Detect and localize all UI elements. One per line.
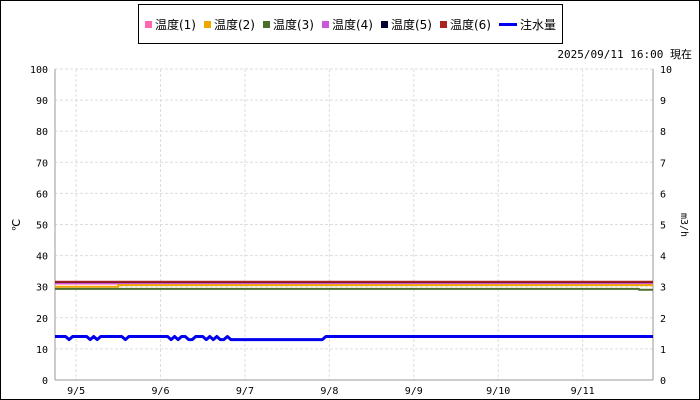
y-tick-label: 100 xyxy=(30,65,48,76)
series-line-3 xyxy=(55,287,653,291)
legend-square-marker xyxy=(321,20,329,28)
legend-item-1: 温度(1) xyxy=(144,16,196,33)
axes xyxy=(54,69,654,381)
left-axis-label: ℃ xyxy=(10,219,23,231)
series-line-2 xyxy=(55,284,653,288)
legend-label: 温度(2) xyxy=(213,17,255,32)
legend-label: 温度(4) xyxy=(331,17,373,32)
x-tick-label: 9/9 xyxy=(405,386,423,397)
right-axis-label: m3/h xyxy=(678,213,689,237)
legend-square-marker xyxy=(380,20,388,28)
legend-item-5: 温度(5) xyxy=(380,16,432,33)
y-tick-label: 60 xyxy=(36,189,48,200)
legend-square-marker xyxy=(439,20,447,28)
y2-tick-label: 5 xyxy=(660,221,666,232)
legend-item-7: 注水量 xyxy=(498,16,556,33)
y2-tick-label: 6 xyxy=(660,189,666,200)
y-tick-label: 50 xyxy=(36,221,48,232)
series-line-7 xyxy=(55,335,653,342)
x-tick-label: 9/5 xyxy=(67,386,85,397)
y2-tick-label: 1 xyxy=(660,345,666,356)
chart-legend: 温度(1) 温度(2) 温度(3) 温度(4) 温度(5) 温度(6) 注水量 xyxy=(138,4,563,44)
legend-item-4: 温度(4) xyxy=(321,16,373,33)
y-tick-label: 70 xyxy=(36,158,48,169)
y-tick-label: 90 xyxy=(36,96,48,107)
y2-tick-label: 0 xyxy=(660,376,666,387)
legend-item-3: 温度(3) xyxy=(262,16,314,33)
y2-tick-label: 4 xyxy=(660,252,666,263)
legend-label: 注水量 xyxy=(519,17,556,32)
y-tick-label: 80 xyxy=(36,127,48,138)
legend-square-marker xyxy=(144,20,152,28)
y2-tick-label: 10 xyxy=(660,65,672,76)
y2-tick-label: 3 xyxy=(660,283,666,294)
legend-square-marker xyxy=(262,20,270,28)
gridlines xyxy=(55,68,653,380)
legend-label: 温度(1) xyxy=(154,17,196,32)
y-tick-label: 40 xyxy=(36,252,48,263)
legend-label: 温度(5) xyxy=(390,17,432,32)
y-tick-label: 20 xyxy=(36,314,48,325)
y2-tick-label: 7 xyxy=(660,158,666,169)
y2-tick-label: 2 xyxy=(660,314,666,325)
y2-tick-label: 9 xyxy=(660,96,666,107)
x-tick-label: 9/7 xyxy=(236,386,254,397)
x-tick-label: 9/11 xyxy=(571,386,595,397)
legend-label: 温度(6) xyxy=(449,17,491,32)
chart-frame: 0 10 20 30 40 50 60 70 80 90 100 0 1 2 3 4 5 6 7 8 9 10 9/5 9/6… xyxy=(0,0,700,400)
y2-tick-label: 8 xyxy=(660,127,666,138)
tick-labels: 0 10 20 30 40 50 60 70 80 90 100 0 1 2 3 4 5 6 7 8 9 10 9/5 9/6… xyxy=(30,65,672,397)
y-tick-label: 30 xyxy=(36,283,48,294)
legend-square-marker xyxy=(203,20,211,28)
x-tick-label: 9/10 xyxy=(486,386,510,397)
series-lines xyxy=(55,280,653,342)
y-tick-label: 10 xyxy=(36,345,48,356)
legend-label: 温度(3) xyxy=(272,17,314,32)
legend-item-6: 温度(6) xyxy=(439,16,491,33)
x-tick-label: 9/6 xyxy=(151,386,169,397)
timestamp-label: 2025/09/11 16:00 現在 xyxy=(557,48,692,61)
legend-line-marker xyxy=(498,22,517,26)
y-tick-label: 0 xyxy=(42,376,48,387)
x-tick-label: 9/8 xyxy=(320,386,338,397)
legend-item-2: 温度(2) xyxy=(203,16,255,33)
